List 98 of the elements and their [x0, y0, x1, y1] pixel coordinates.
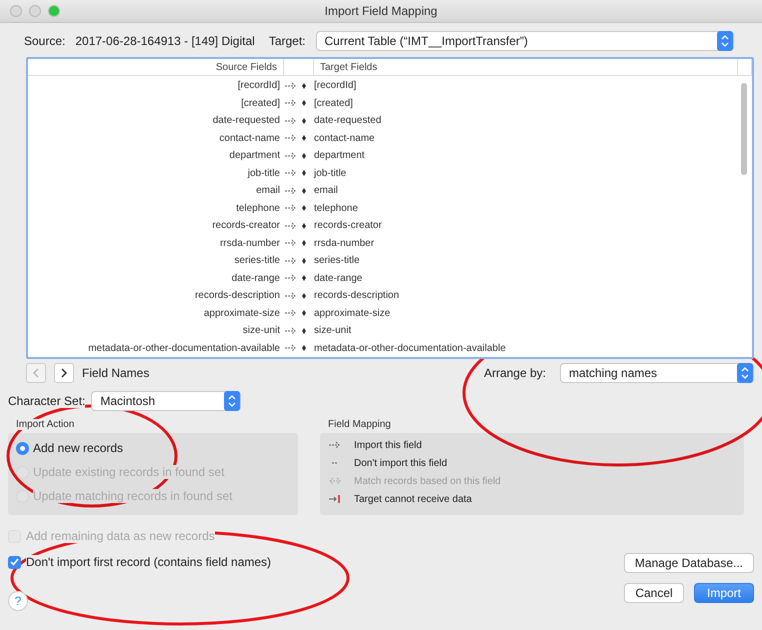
mapping-arrow-icon[interactable]: [284, 116, 298, 125]
mapping-arrow-icon[interactable]: [284, 134, 298, 142]
checkbox[interactable]: [8, 556, 21, 568]
mapping-arrow-icon[interactable]: [284, 274, 298, 282]
table-cell-text: date-requested: [314, 115, 382, 126]
table-cell-text: metadata-or-other-documentation-available: [87, 342, 281, 354]
table-cell-text: date-range: [230, 272, 281, 284]
window-title: Import Field Mapping: [324, 4, 438, 18]
mapping-arrow-icon[interactable]: [284, 99, 298, 108]
drag-handle-icon[interactable]: [302, 292, 306, 299]
table-cell-text: job-title: [246, 168, 281, 179]
mapping-arrow-icon[interactable]: [284, 186, 298, 195]
table-cell-text: telephone: [314, 202, 359, 214]
table-cell-text: telephone: [235, 202, 281, 214]
legend-label: Don't import this field: [354, 458, 448, 468]
group-title: Import Action: [16, 419, 74, 430]
drag-handle-icon[interactable]: [302, 118, 306, 124]
table-cell-text: approximate-size: [314, 308, 392, 319]
character-set-dropdown[interactable]: Macintosh: [91, 391, 242, 411]
mapping-arrow-icon[interactable]: [284, 204, 298, 212]
mapping-arrow-icon[interactable]: [284, 344, 298, 352]
mapping-arrow-icon[interactable]: [284, 309, 298, 318]
drag-handle-icon[interactable]: [302, 328, 306, 334]
group-title: Field Mapping: [328, 419, 391, 430]
target-dropdown[interactable]: Current Table (“IMT__ImportTransfer”): [316, 31, 734, 51]
drag-handle-icon[interactable]: [302, 82, 306, 89]
drag-handle-icon[interactable]: [302, 170, 306, 176]
source-label: Source:: [24, 34, 66, 48]
table-cell-text: date-range: [314, 272, 364, 284]
legend-label: Match records based on this field: [354, 476, 501, 486]
table-cell-text: rrsda-number: [218, 238, 281, 249]
table-cell-text: [recordId]: [236, 80, 281, 92]
drag-handle-icon[interactable]: [302, 240, 306, 246]
table-cell-text: approximate-size: [202, 308, 281, 319]
cancel-button[interactable]: Cancel: [624, 583, 684, 603]
table-cell-text: records-creator: [211, 220, 281, 232]
legend-label: Target cannot receive data: [354, 494, 472, 504]
radio-label[interactable]: Add new records: [33, 441, 124, 455]
mapping-arrow-icon: [328, 441, 342, 449]
drag-handle-icon[interactable]: [302, 345, 306, 352]
mapping-arrow-icon: [328, 477, 342, 485]
mapping-arrow-icon[interactable]: [284, 239, 298, 248]
target-label: Target:: [268, 34, 306, 48]
drag-handle-icon[interactable]: [302, 275, 306, 282]
forward-button[interactable]: [54, 363, 74, 383]
table-cell-text: size-unit: [314, 325, 352, 336]
drag-handle-icon[interactable]: [302, 100, 306, 106]
drag-handle-icon[interactable]: [302, 152, 306, 159]
table-cell-text: size-unit: [242, 325, 281, 336]
drag-handle-icon[interactable]: [302, 310, 306, 316]
stepper-icon: [716, 31, 733, 51]
drag-handle-icon[interactable]: [302, 205, 306, 212]
mapping-arrow-icon: [328, 495, 342, 503]
column-header[interactable]: Target Fields: [314, 59, 738, 75]
table-cell-text: department: [228, 150, 281, 162]
radio-button[interactable]: [16, 442, 29, 454]
table-cell-text: email: [314, 185, 339, 196]
table-cell-text: [created]: [314, 98, 354, 109]
mapping-arrow-icon[interactable]: [284, 152, 298, 160]
table-cell-text: job-title: [314, 168, 348, 179]
drag-handle-icon[interactable]: [302, 258, 306, 264]
mapping-arrow-icon[interactable]: [284, 256, 298, 265]
table-cell-text: records-creator: [314, 220, 383, 232]
source-value: 2017-06-28-164913 - [149] Digital: [75, 34, 255, 48]
table-cell-text: records-description: [314, 290, 400, 302]
chevron-right-icon: [61, 368, 67, 378]
manage-database-button[interactable]: Manage Database...: [624, 553, 754, 573]
field-names-label: Field Names: [82, 366, 150, 380]
table-cell-text: metadata-or-other-documentation-available: [314, 342, 507, 354]
mapping-arrow-icon[interactable]: [284, 326, 298, 335]
table-cell-text: date-requested: [212, 115, 281, 126]
legend-label: Import this field: [354, 440, 422, 450]
table-cell-text: series-title: [314, 255, 361, 266]
drag-handle-icon[interactable]: [302, 188, 306, 194]
arrange-by-dropdown[interactable]: matching names: [560, 363, 754, 383]
table-cell-text: contact-name: [314, 132, 376, 144]
arrange-by-label: Arrange by:: [484, 366, 546, 380]
mapping-arrow-icon[interactable]: [284, 292, 298, 300]
chevron-left-icon: [33, 368, 39, 378]
checkbox-label[interactable]: Don't import first record (contains field names): [26, 555, 272, 569]
table-cell-text: department: [314, 150, 366, 162]
column-header[interactable]: Source Fields: [28, 59, 284, 75]
stepper-icon: [737, 363, 753, 383]
table-cell-text: rrsda-number: [314, 238, 376, 249]
drag-handle-icon[interactable]: [302, 222, 306, 229]
mapping-arrow-icon[interactable]: [284, 169, 298, 178]
mapping-arrow-icon[interactable]: [284, 222, 298, 230]
table-cell-text: series-title: [233, 255, 281, 266]
mapping-arrow-icon[interactable]: [284, 82, 298, 90]
stepper-icon: [224, 391, 240, 411]
drag-handle-icon[interactable]: [302, 135, 306, 142]
scrollbar[interactable]: [741, 83, 747, 175]
character-set-label: Character Set:: [8, 394, 86, 408]
table-cell-text: [created]: [240, 98, 281, 109]
table-cell-text: contact-name: [218, 132, 281, 144]
table-cell-text: records-description: [194, 290, 281, 302]
table-cell-text: email: [255, 185, 281, 196]
table-cell-text: [recordId]: [314, 80, 358, 92]
